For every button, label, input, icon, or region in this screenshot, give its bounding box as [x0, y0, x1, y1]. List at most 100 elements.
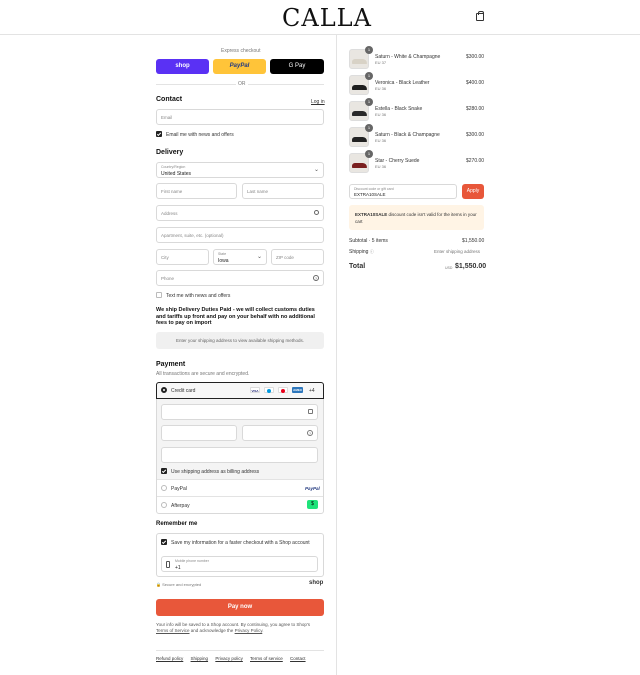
- help-icon[interactable]: ?: [307, 430, 313, 436]
- first-name-field[interactable]: First name: [156, 183, 237, 199]
- last-name-field[interactable]: Last name: [242, 183, 324, 199]
- discount-field[interactable]: Discount code or gift card EXTRA10SALE: [349, 184, 457, 199]
- quantity-badge: 1: [365, 72, 373, 80]
- delivery-heading: Delivery: [156, 149, 184, 156]
- email-field[interactable]: Email: [156, 109, 324, 125]
- currency-label: USD: [445, 266, 453, 270]
- chevron-down-icon: ⌄: [313, 167, 319, 173]
- shoe-image: [352, 111, 367, 116]
- product-price: $280.00: [466, 106, 485, 112]
- lock-icon: [308, 409, 313, 414]
- country-select[interactable]: Country/Region United States ⌄: [156, 162, 324, 178]
- email-news-checkbox[interactable]: [156, 131, 162, 137]
- shop-logo: shop: [309, 580, 324, 586]
- site-header: CALLA: [0, 0, 640, 35]
- privacy-link[interactable]: Privacy Policy: [235, 628, 263, 633]
- address-field[interactable]: Address: [156, 205, 324, 221]
- secure-label: 🔒 Secure and encrypted: [156, 582, 202, 587]
- search-icon: [314, 210, 319, 215]
- login-link[interactable]: Log in: [311, 99, 325, 105]
- shoe-image: [352, 163, 367, 168]
- shop-pay-button[interactable]: shop: [156, 59, 209, 74]
- afterpay-option-label[interactable]: Afterpay: [171, 503, 190, 509]
- chevron-down-icon: ⌄: [256, 254, 262, 260]
- footer-links: Refund policy Shipping Privacy policy Te…: [156, 656, 312, 661]
- quantity-badge: 1: [365, 124, 373, 132]
- discount-label: Discount code or gift card: [354, 187, 394, 191]
- legal-period: .: [262, 628, 264, 633]
- state-value: Iowa: [218, 258, 229, 264]
- shipping-methods-notice: Enter your shipping address to view avai…: [156, 332, 324, 349]
- last-name-placeholder: Last name: [247, 189, 269, 194]
- save-info-label: Save my information for a faster checkou…: [171, 540, 310, 546]
- payment-subtitle: All transactions are secure and encrypte…: [156, 371, 250, 377]
- mobile-phone-field[interactable]: Mobile phone number +1: [161, 556, 318, 572]
- shipping-label-text: Shipping: [349, 249, 369, 255]
- secure-text: Secure and encrypted: [162, 582, 202, 587]
- state-label: State: [218, 252, 227, 256]
- mobile-phone-value: +1: [175, 565, 181, 571]
- contact-link[interactable]: Contact: [290, 656, 306, 661]
- card-number-field[interactable]: [161, 404, 318, 420]
- shipping-value: Enter shipping address: [434, 249, 481, 254]
- country-value: United States: [161, 171, 192, 177]
- name-on-card-field[interactable]: [161, 447, 318, 463]
- save-info-checkbox[interactable]: [161, 539, 167, 545]
- expiry-field[interactable]: [161, 425, 237, 441]
- discount-value: EXTRA10SALE: [354, 192, 386, 197]
- pay-now-button[interactable]: Pay now: [156, 599, 324, 616]
- zip-field[interactable]: ZIP code: [271, 249, 324, 265]
- paypal-radio[interactable]: [161, 485, 167, 491]
- product-price: $300.00: [466, 132, 485, 138]
- legal-text: Your info will be saved to a Shop accoun…: [156, 622, 326, 634]
- apply-button[interactable]: Apply: [462, 184, 484, 199]
- product-price: $300.00: [466, 54, 485, 60]
- zip-placeholder: ZIP code: [276, 255, 294, 260]
- product-size: EU 36: [375, 164, 387, 169]
- maestro-icon: [264, 387, 274, 393]
- shipping-label: Shipping ⓘ: [349, 249, 374, 255]
- help-icon[interactable]: ?: [313, 275, 319, 281]
- terms-link[interactable]: Terms of Service: [156, 628, 190, 633]
- more-cards-label: +4: [309, 388, 315, 394]
- divider: [157, 496, 323, 497]
- terms-of-service-link[interactable]: Terms of service: [250, 656, 283, 661]
- security-code-field[interactable]: ?: [242, 425, 318, 441]
- contact-heading: Contact: [156, 96, 183, 103]
- state-select[interactable]: State Iowa ⌄: [213, 249, 267, 265]
- phone-icon: [166, 561, 170, 568]
- apartment-field[interactable]: Apartment, suite, etc. (optional): [156, 227, 324, 243]
- warning-code: EXTRA10SALE: [355, 212, 388, 217]
- divider: [156, 650, 324, 651]
- text-news-label: Text me with news and offers: [166, 293, 231, 299]
- quantity-badge: 1: [365, 150, 373, 158]
- email-placeholder: Email: [161, 115, 173, 120]
- billing-address-checkbox[interactable]: [161, 468, 167, 474]
- text-news-checkbox[interactable]: [156, 292, 162, 298]
- mastercard-icon: [278, 387, 288, 393]
- refund-policy-link[interactable]: Refund policy: [156, 656, 183, 661]
- afterpay-logo: $: [307, 500, 318, 509]
- duty-notice: We ship Delivery Duties Paid - we will c…: [156, 307, 315, 326]
- divider: [157, 479, 323, 480]
- paypal-express-button[interactable]: PayPal: [213, 59, 266, 74]
- google-pay-button[interactable]: G Pay: [270, 59, 324, 74]
- bag-icon[interactable]: [476, 11, 484, 21]
- apartment-placeholder: Apartment, suite, etc. (optional): [161, 233, 224, 238]
- first-name-placeholder: First name: [161, 189, 183, 194]
- product-size: EU 36: [375, 138, 387, 143]
- help-icon[interactable]: ⓘ: [370, 249, 374, 254]
- paypal-option-label[interactable]: PayPal: [171, 486, 187, 492]
- discount-warning: EXTRA10SALE discount code isn't valid fo…: [349, 205, 484, 230]
- privacy-policy-link[interactable]: Privacy policy: [215, 656, 243, 661]
- afterpay-radio[interactable]: [161, 502, 167, 508]
- visa-icon: VISA: [250, 387, 260, 393]
- brand-logo[interactable]: CALLA: [282, 4, 372, 32]
- product-price: $270.00: [466, 158, 485, 164]
- product-size: EU 36: [375, 112, 387, 117]
- city-field[interactable]: City: [156, 249, 209, 265]
- credit-card-radio[interactable]: [161, 387, 167, 393]
- phone-placeholder: Phone: [161, 276, 175, 281]
- phone-field[interactable]: Phone ?: [156, 270, 324, 286]
- shipping-link[interactable]: Shipping: [191, 656, 209, 661]
